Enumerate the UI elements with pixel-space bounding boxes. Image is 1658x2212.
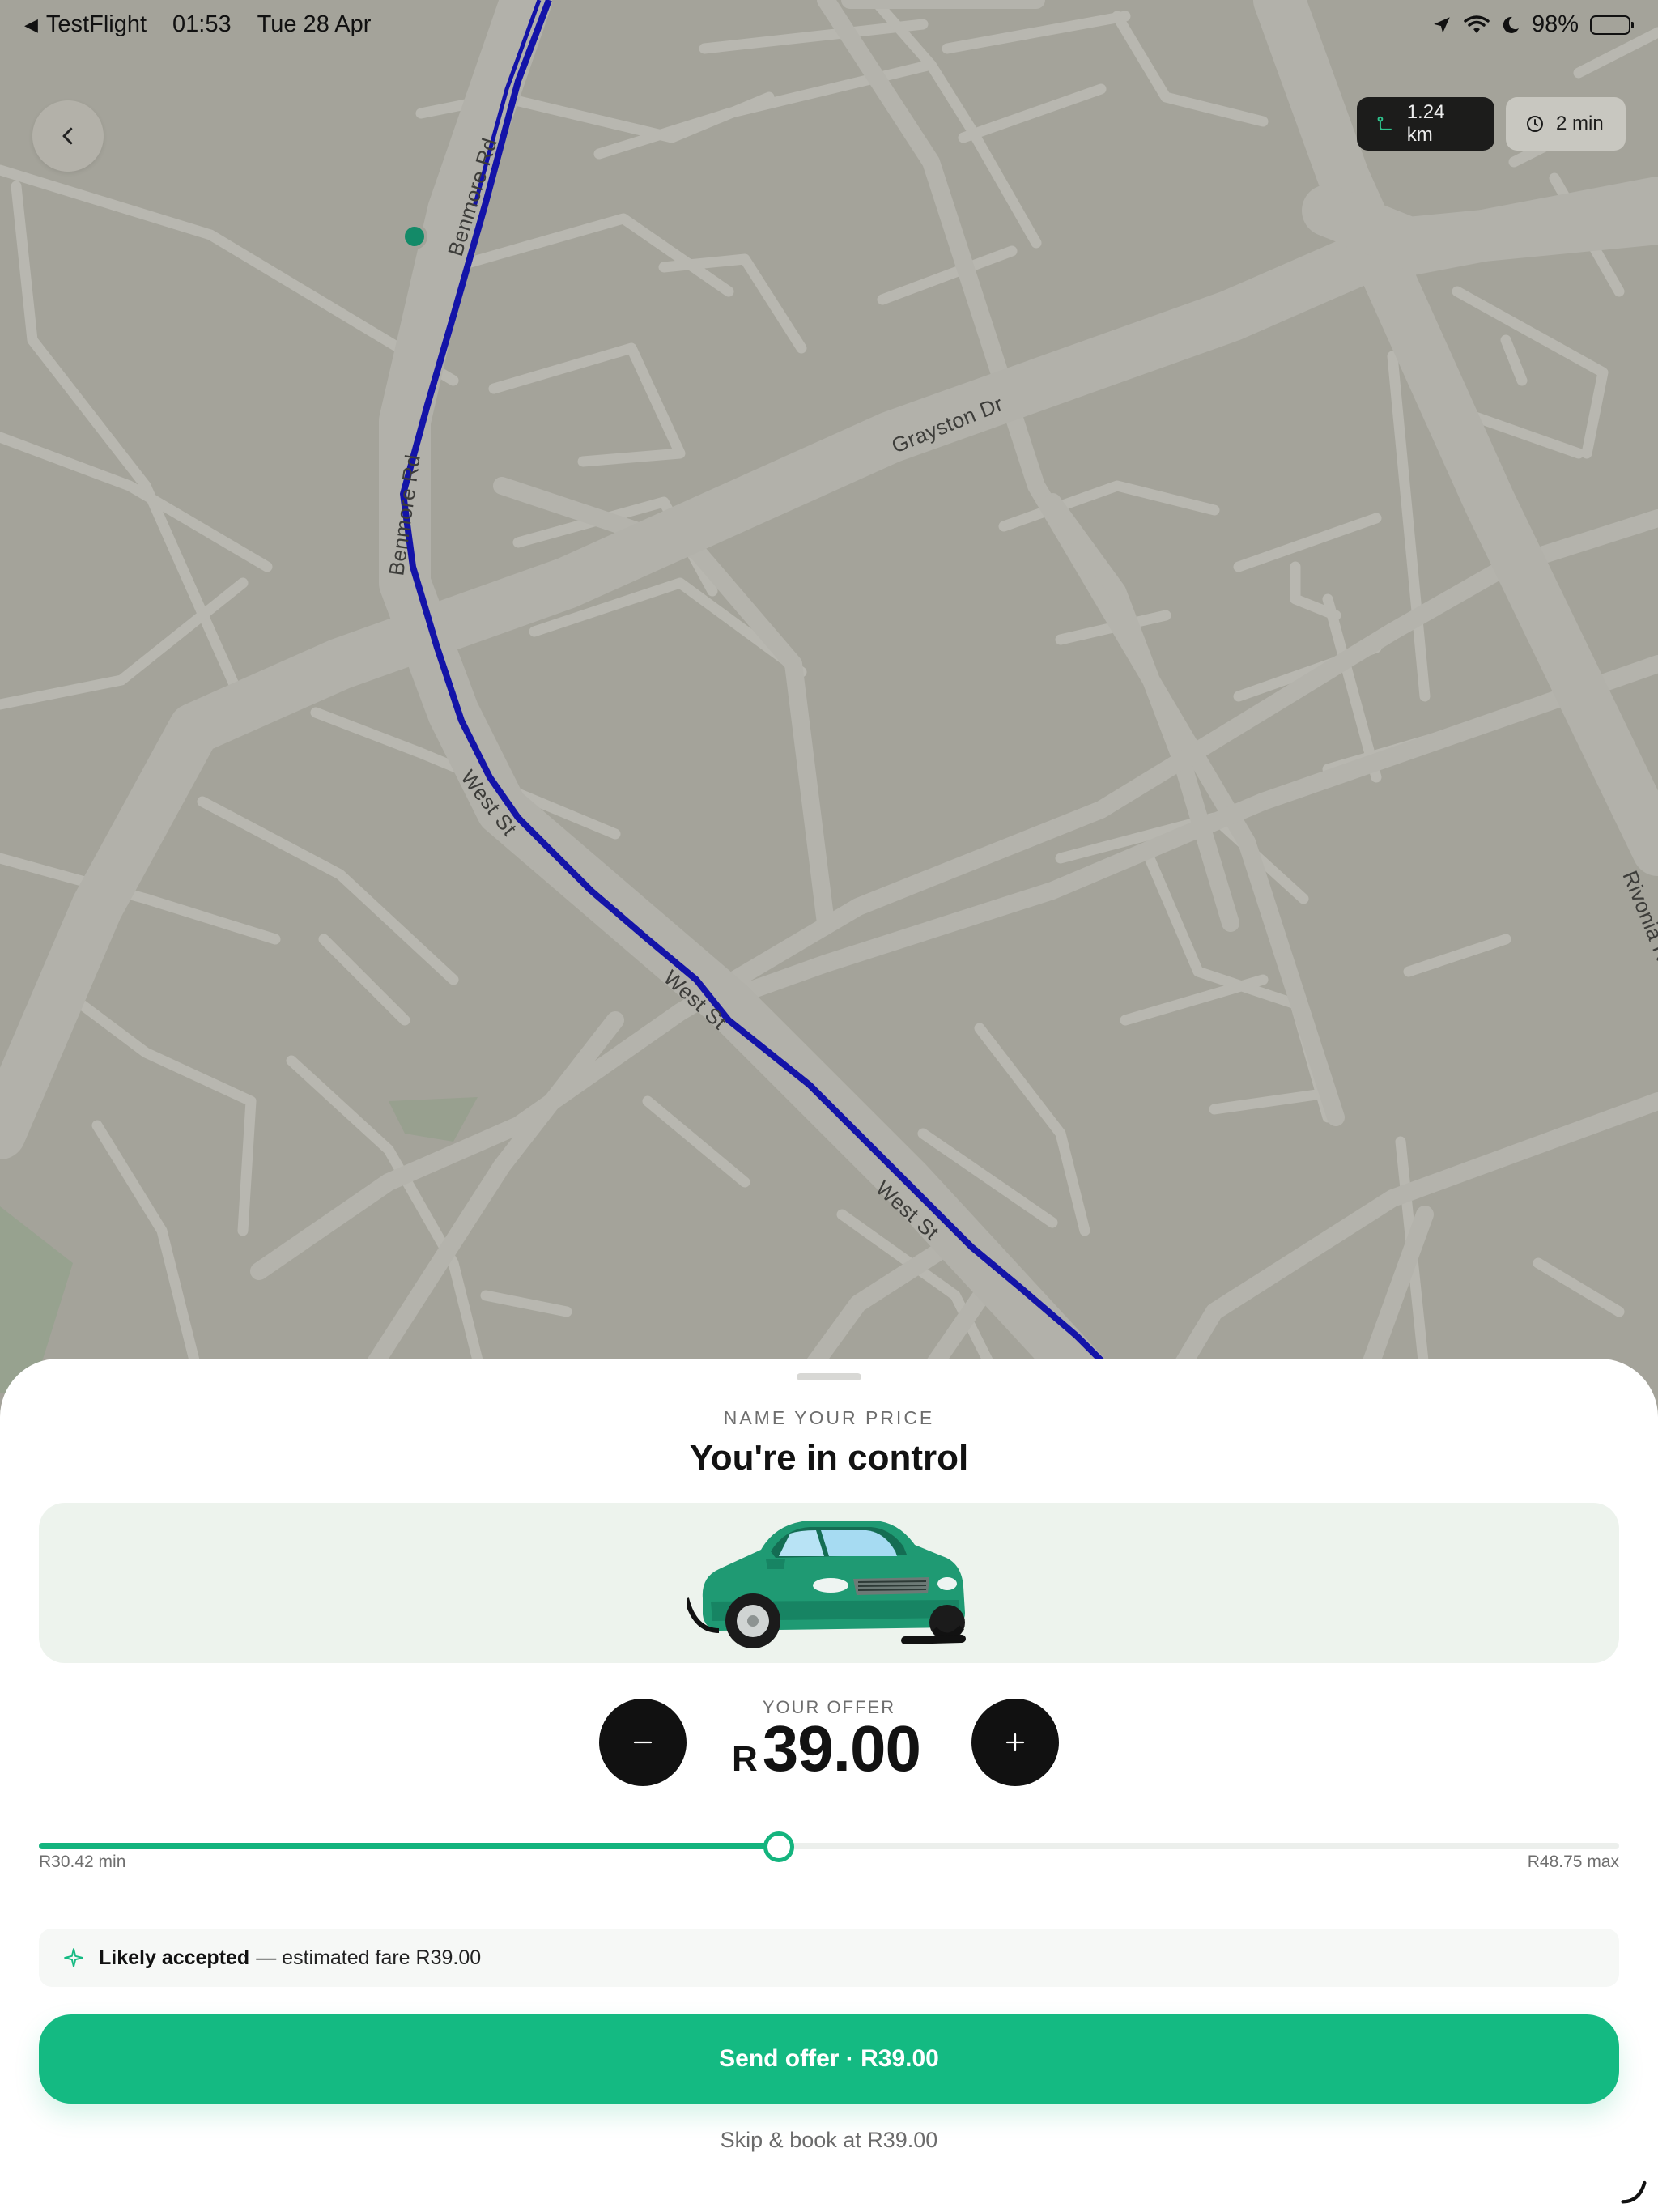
offer-currency: R <box>732 1739 758 1779</box>
map-view[interactable]: Benmore Rd Benmore Rd Grayston Dr West S… <box>0 0 1658 1393</box>
status-time: 01:53 <box>172 11 232 37</box>
offer-amount: R 39.00 <box>732 1712 921 1793</box>
status-right: 98% <box>1431 11 1634 38</box>
screen: Benmore Rd Benmore Rd Grayston Dr West S… <box>0 0 1658 2212</box>
distance-chip: 1.24 km <box>1357 97 1494 151</box>
back-to-app-icon[interactable]: ◀ <box>24 15 38 36</box>
slider-max-label: R48.75 max <box>1527 1853 1619 1871</box>
chevron-left-icon <box>62 127 73 145</box>
back-to-app-label[interactable]: TestFlight <box>46 11 147 38</box>
battery-icon <box>1590 15 1634 35</box>
plus-icon <box>1005 1733 1025 1752</box>
offer-value: 39.00 <box>762 1712 921 1784</box>
resize-handle-icon[interactable] <box>1618 2175 1650 2207</box>
send-offer-button[interactable]: Send offer · R39.00 <box>39 2014 1619 2104</box>
price-slider[interactable] <box>39 1831 1619 1864</box>
battery-percent: 98% <box>1531 11 1579 37</box>
vehicle-card <box>39 1503 1619 1663</box>
status-bar: ◀ TestFlight 01:53 Tue 28 Apr 98% <box>0 0 1658 52</box>
acceptance-hint: Likely accepted — estimated fare R39.00 <box>39 1929 1619 1987</box>
status-date: Tue 28 Apr <box>257 11 372 37</box>
wifi-icon <box>1464 15 1490 33</box>
hint-strong: Likely accepted <box>99 1946 250 1969</box>
distance-value: 1.24 km <box>1406 101 1445 146</box>
eta-value: 2 min <box>1556 113 1604 134</box>
sheet-grabber[interactable] <box>797 1373 861 1380</box>
hint-rest: — estimated fare R39.00 <box>256 1946 482 1969</box>
back-button[interactable] <box>32 100 104 172</box>
moon-icon <box>1503 16 1519 33</box>
eta-chip: 2 min <box>1506 97 1626 151</box>
map-canvas: Benmore Rd Benmore Rd Grayston Dr West S… <box>0 0 1658 1393</box>
minus-icon <box>633 1741 653 1744</box>
clock-icon <box>1527 116 1543 132</box>
sheet-title: You're in control <box>689 1438 969 1478</box>
increase-offer-button[interactable] <box>971 1699 1059 1786</box>
slider-fill <box>39 1843 779 1849</box>
location-arrow-icon <box>1434 16 1450 33</box>
skip-and-book-link[interactable]: Skip & book at R39.00 <box>0 2128 1658 2153</box>
car-illustration <box>687 1521 966 1648</box>
slider-min-label: R30.42 min <box>39 1853 126 1871</box>
price-sheet: NAME YOUR PRICE You're in control YOUR O… <box>0 1359 1658 2212</box>
route-icon <box>1377 116 1392 130</box>
sparkle-icon <box>63 1947 84 1968</box>
sheet-eyebrow: NAME YOUR PRICE <box>723 1407 935 1428</box>
slider-thumb[interactable] <box>763 1831 794 1862</box>
status-left: ◀ TestFlight 01:53 Tue 28 Apr <box>24 11 371 38</box>
location-marker <box>402 223 427 249</box>
